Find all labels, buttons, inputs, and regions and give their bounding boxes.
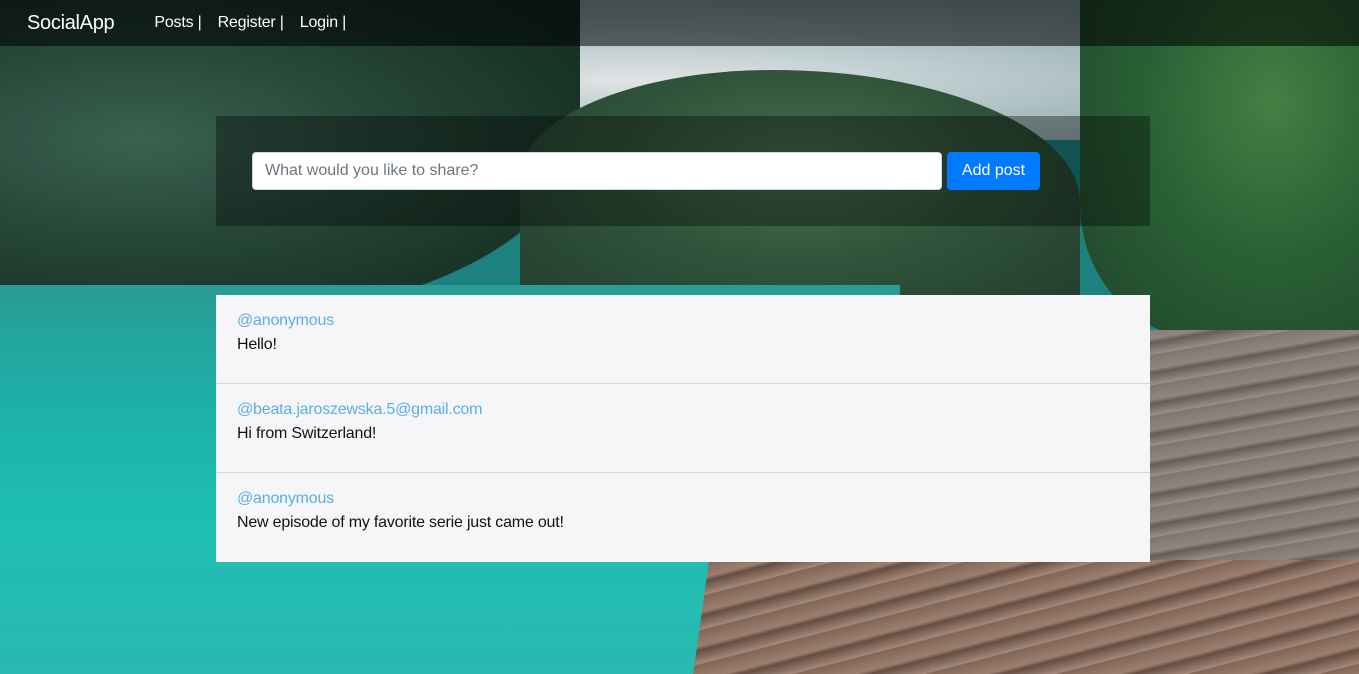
post-text: New episode of my favorite serie just ca… bbox=[237, 514, 564, 531]
add-post-button[interactable]: Add post bbox=[947, 152, 1040, 190]
share-panel: Add post bbox=[216, 116, 1150, 226]
share-input[interactable] bbox=[252, 152, 942, 190]
post-author-link[interactable]: @anonymous bbox=[237, 489, 1129, 509]
post-item: @anonymous New episode of my favorite se… bbox=[216, 473, 1150, 562]
nav-link-login[interactable]: Login | bbox=[300, 14, 347, 32]
nav-link-register[interactable]: Register | bbox=[218, 14, 284, 32]
posts-list: @anonymous Hello! @beata.jaroszewska.5@g… bbox=[216, 295, 1150, 562]
post-item: @beata.jaroszewska.5@gmail.com Hi from S… bbox=[216, 384, 1150, 473]
brand-link[interactable]: SocialApp bbox=[27, 12, 115, 35]
post-author-link[interactable]: @beata.jaroszewska.5@gmail.com bbox=[237, 400, 1129, 420]
post-item: @anonymous Hello! bbox=[216, 295, 1150, 384]
navbar: SocialApp Posts | Register | Login | bbox=[0, 0, 1359, 46]
post-author-link[interactable]: @anonymous bbox=[237, 311, 1129, 331]
post-text: Hello! bbox=[237, 336, 277, 353]
post-text: Hi from Switzerland! bbox=[237, 425, 377, 442]
nav-link-posts[interactable]: Posts | bbox=[154, 14, 201, 32]
